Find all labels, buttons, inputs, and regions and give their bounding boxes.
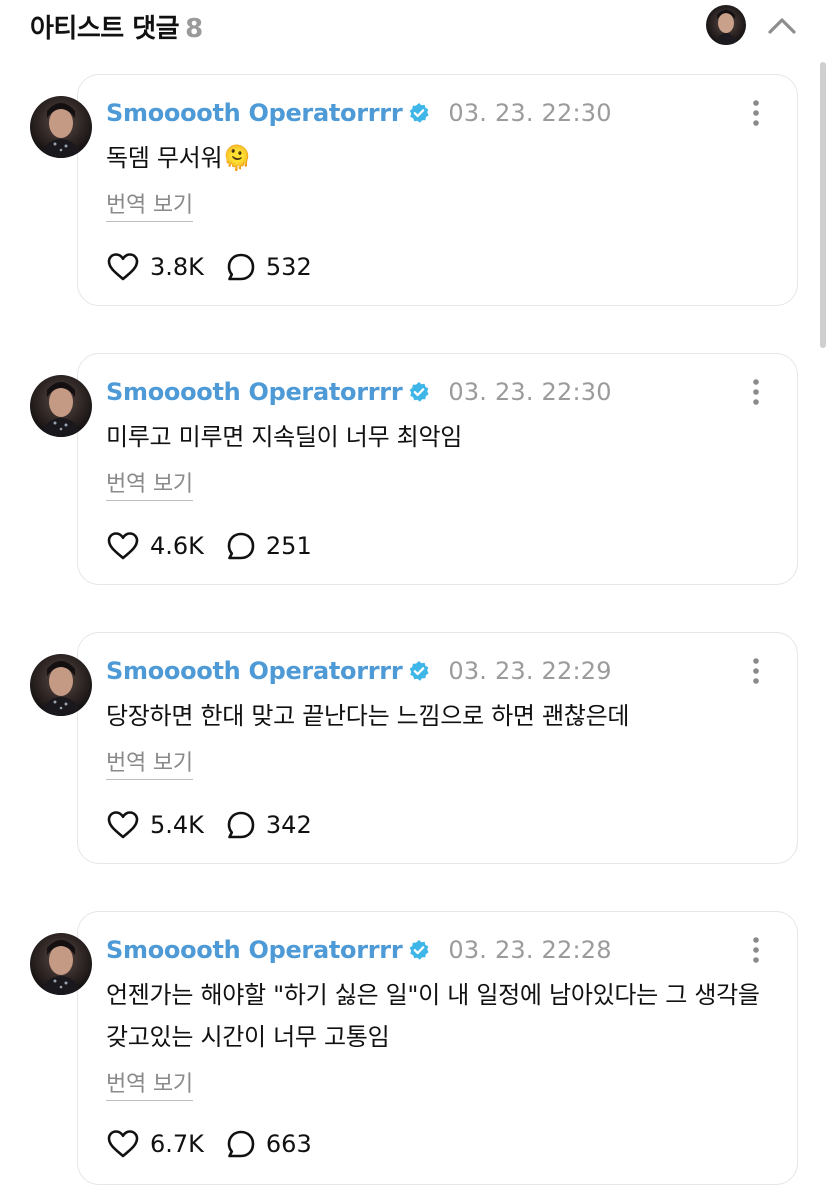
comment-text: 언젠가는 해야할 "하기 싫은 일"이 내 일정에 남아있다는 그 생각을 갖고… bbox=[106, 981, 760, 1051]
comments-header: 아티스트 댓글 8 bbox=[0, 0, 831, 50]
comment-actions: 4.6K 251 bbox=[106, 528, 312, 564]
more-options-button[interactable] bbox=[742, 95, 770, 131]
comment-meta: Smooooth Operatorrrr 03. 23. 22:30 bbox=[106, 97, 612, 129]
heart-icon bbox=[107, 532, 139, 560]
reply-button[interactable]: 663 bbox=[226, 1129, 312, 1159]
avatar-image bbox=[30, 375, 92, 437]
melting-face-emoji: 🫠 bbox=[222, 144, 252, 172]
avatar[interactable] bbox=[30, 375, 92, 437]
reply-button[interactable]: 532 bbox=[226, 252, 312, 282]
avatar-image bbox=[30, 933, 92, 995]
more-options-button[interactable] bbox=[742, 932, 770, 968]
username[interactable]: Smooooth Operatorrrr bbox=[106, 378, 403, 406]
comment-body: 독뎀 무서워 bbox=[106, 144, 223, 172]
see-translation-link[interactable]: 번역 보기 bbox=[106, 1066, 193, 1101]
comment-actions: 5.4K 342 bbox=[106, 807, 312, 843]
comment-text: 독뎀 무서워🫠 bbox=[106, 137, 778, 179]
comment-actions: 6.7K 663 bbox=[106, 1126, 312, 1162]
avatar[interactable] bbox=[30, 96, 92, 158]
heart-icon bbox=[107, 1130, 139, 1158]
comment-card: Smooooth Operatorrrr 03. 23. 22:30 미루고 미… bbox=[77, 353, 798, 585]
timestamp: 03. 23. 22:30 bbox=[448, 378, 612, 406]
comment-meta: Smooooth Operatorrrr 03. 23. 22:30 bbox=[106, 376, 612, 408]
artist-avatar[interactable] bbox=[706, 5, 746, 45]
comment-meta: Smooooth Operatorrrr 03. 23. 22:28 bbox=[106, 934, 612, 966]
like-button[interactable]: 4.6K bbox=[106, 531, 204, 561]
reply-count: 663 bbox=[265, 1130, 312, 1158]
verified-badge-icon bbox=[410, 103, 429, 123]
header-title-text: 아티스트 댓글 bbox=[30, 14, 180, 44]
comment-card: Smooooth Operatorrrr 03. 23. 22:28 언젠가는 … bbox=[77, 911, 798, 1185]
timestamp: 03. 23. 22:30 bbox=[448, 99, 612, 127]
comment-actions: 3.8K 532 bbox=[106, 249, 312, 285]
comment-count: 8 bbox=[185, 14, 203, 44]
reply-count: 342 bbox=[265, 811, 312, 839]
speech-bubble-icon bbox=[227, 532, 255, 560]
like-button[interactable]: 5.4K bbox=[106, 810, 204, 840]
username[interactable]: Smooooth Operatorrrr bbox=[106, 936, 403, 964]
heart-icon bbox=[107, 253, 139, 281]
speech-bubble-icon bbox=[227, 253, 255, 281]
avatar-image bbox=[706, 5, 746, 45]
timestamp: 03. 23. 22:29 bbox=[448, 657, 612, 685]
reply-button[interactable]: 251 bbox=[226, 531, 312, 561]
heart-icon bbox=[107, 811, 139, 839]
more-options-button[interactable] bbox=[742, 653, 770, 689]
comment-meta: Smooooth Operatorrrr 03. 23. 22:29 bbox=[106, 655, 612, 687]
see-translation-link[interactable]: 번역 보기 bbox=[106, 745, 193, 780]
like-button[interactable]: 6.7K bbox=[106, 1129, 204, 1159]
comment-text: 미루고 미루면 지속딜이 너무 최악임 bbox=[106, 423, 463, 451]
avatar-image bbox=[30, 96, 92, 158]
avatar-image bbox=[30, 654, 92, 716]
comment-card: Smooooth Operatorrrr 03. 23. 22:30 독뎀 무서… bbox=[77, 74, 798, 306]
comment-text: 당장하면 한대 맞고 끝난다는 느낌으로 하면 괜찮은데 bbox=[106, 702, 630, 730]
like-count: 5.4K bbox=[150, 811, 204, 839]
see-translation-link[interactable]: 번역 보기 bbox=[106, 187, 193, 222]
timestamp: 03. 23. 22:28 bbox=[448, 936, 612, 964]
verified-badge-icon bbox=[410, 661, 429, 681]
verified-badge-icon bbox=[410, 382, 429, 402]
reply-button[interactable]: 342 bbox=[226, 810, 312, 840]
page-title: 아티스트 댓글 8 bbox=[30, 8, 203, 45]
like-count: 6.7K bbox=[150, 1130, 204, 1158]
comment-card: Smooooth Operatorrrr 03. 23. 22:29 당장하면 … bbox=[77, 632, 798, 864]
username[interactable]: Smooooth Operatorrrr bbox=[106, 657, 403, 685]
speech-bubble-icon bbox=[227, 1130, 255, 1158]
scrollbar[interactable] bbox=[820, 62, 826, 348]
like-count: 4.6K bbox=[150, 532, 204, 560]
more-vertical-icon bbox=[753, 379, 759, 405]
more-options-button[interactable] bbox=[742, 374, 770, 410]
more-vertical-icon bbox=[753, 658, 759, 684]
more-vertical-icon bbox=[753, 100, 759, 126]
like-count: 3.8K bbox=[150, 253, 204, 281]
verified-badge-icon bbox=[410, 940, 429, 960]
username[interactable]: Smooooth Operatorrrr bbox=[106, 99, 403, 127]
chevron-up-icon bbox=[768, 18, 796, 34]
more-vertical-icon bbox=[753, 937, 759, 963]
reply-count: 532 bbox=[265, 253, 312, 281]
see-translation-link[interactable]: 번역 보기 bbox=[106, 466, 193, 501]
reply-count: 251 bbox=[265, 532, 312, 560]
like-button[interactable]: 3.8K bbox=[106, 252, 204, 282]
speech-bubble-icon bbox=[227, 811, 255, 839]
collapse-button[interactable] bbox=[764, 8, 800, 42]
avatar[interactable] bbox=[30, 933, 92, 995]
avatar[interactable] bbox=[30, 654, 92, 716]
